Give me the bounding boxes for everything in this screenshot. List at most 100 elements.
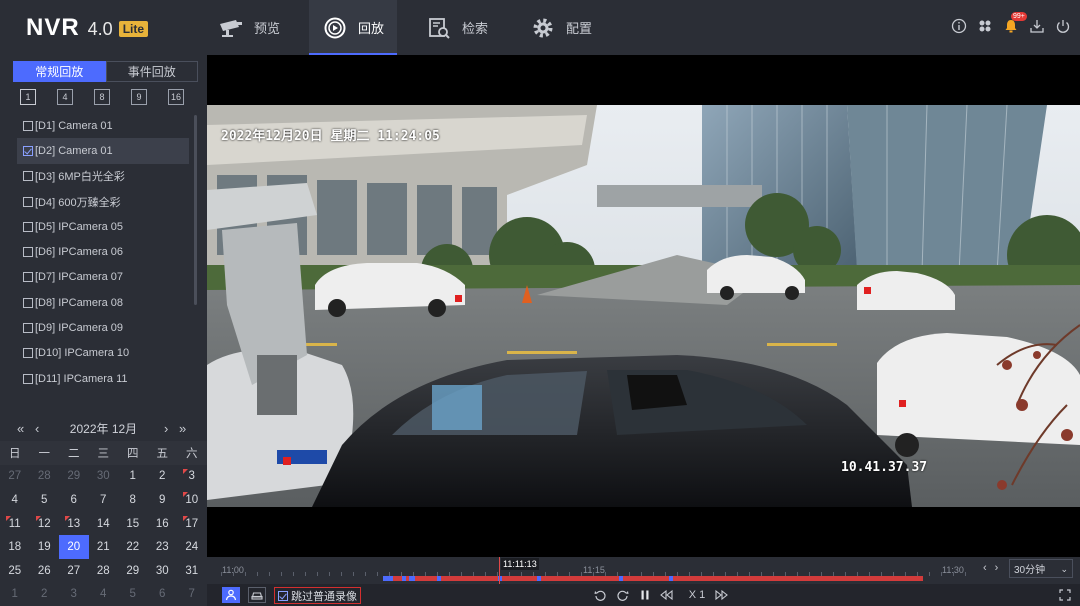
calendar-day[interactable]: 27	[59, 559, 89, 583]
timeline-tick	[245, 572, 246, 576]
calendar-day[interactable]: 5	[118, 583, 148, 606]
timeline-next-icon[interactable]: ›	[995, 562, 999, 574]
calendar-day[interactable]: 29	[118, 559, 148, 583]
calendar-day[interactable]: 31	[177, 559, 207, 583]
calendar-day[interactable]: 7	[89, 488, 119, 512]
forward-30s-button[interactable]	[614, 587, 630, 603]
calendar-day[interactable]: 3	[59, 583, 89, 606]
calendar-day[interactable]: 23	[148, 535, 178, 559]
calendar-day[interactable]: 7	[177, 583, 207, 606]
camera-video-frame[interactable]: 2022年12月20日 星期二 11:24:05 10.41.37.37	[207, 105, 1080, 507]
camera-checkbox[interactable]	[23, 348, 33, 359]
calendar-day[interactable]: 26	[30, 559, 60, 583]
calendar-day[interactable]: 22	[118, 535, 148, 559]
calendar-day[interactable]: 1	[118, 465, 148, 489]
timeline-cursor[interactable]	[499, 557, 500, 584]
camera-list-item[interactable]: [D4] 600万臻全彩	[17, 189, 189, 214]
camera-list-item[interactable]: [D2] Camera 01	[17, 138, 189, 164]
calendar-day[interactable]: 16	[148, 512, 178, 536]
camera-checkbox[interactable]	[23, 120, 33, 131]
calendar-day[interactable]: 20	[59, 535, 89, 559]
calendar-day[interactable]: 15	[118, 512, 148, 536]
calendar-day[interactable]: 5	[30, 488, 60, 512]
calendar-day[interactable]: 2	[148, 465, 178, 489]
camera-list-scrollbar[interactable]	[194, 115, 197, 305]
calendar-day[interactable]: 9	[148, 488, 178, 512]
split-8-button[interactable]: 8	[94, 89, 110, 105]
calendar-day[interactable]: 18	[0, 535, 30, 559]
calendar-day[interactable]: 28	[89, 559, 119, 583]
bell-icon[interactable]: 99+	[1002, 12, 1027, 35]
camera-checkbox[interactable]	[23, 145, 33, 156]
nav-preview[interactable]: 预览	[205, 0, 293, 55]
split-4-button[interactable]: 4	[57, 89, 73, 105]
fullscreen-button[interactable]	[1057, 587, 1073, 603]
tab-event-playback[interactable]: 事件回放	[105, 61, 198, 82]
camera-list-item[interactable]: [D8] IPCamera 08	[17, 290, 189, 315]
nav-search[interactable]: 检索	[413, 0, 501, 55]
calendar-day[interactable]: 27	[0, 465, 30, 489]
camera-list-item[interactable]: [D3] 6MP白光全彩	[17, 164, 189, 189]
calendar-day[interactable]: 3	[177, 465, 207, 489]
apps-icon[interactable]	[976, 17, 994, 35]
power-icon[interactable]	[1054, 17, 1072, 35]
calendar-day[interactable]: 4	[0, 488, 30, 512]
calendar-day[interactable]: 30	[89, 465, 119, 489]
next-year-button[interactable]: »	[179, 421, 186, 436]
calendar-day[interactable]: 11	[0, 512, 30, 536]
camera-list-item[interactable]: [D10] IPCamera 10	[17, 341, 189, 366]
camera-list-item[interactable]: [D6] IPCamera 06	[17, 239, 189, 264]
calendar-day[interactable]: 12	[30, 512, 60, 536]
nav-playback[interactable]: 回放	[309, 0, 398, 55]
camera-list-item[interactable]: [D1] Camera 01	[17, 113, 189, 138]
slow-down-button[interactable]	[658, 587, 674, 603]
pause-button[interactable]	[637, 587, 653, 603]
calendar-day[interactable]: 19	[30, 535, 60, 559]
camera-checkbox[interactable]	[23, 323, 33, 334]
person-filter-button[interactable]	[222, 587, 240, 603]
calendar-day[interactable]: 25	[0, 559, 30, 583]
camera-list-item[interactable]: [D5] IPCamera 05	[17, 214, 189, 239]
camera-checkbox[interactable]	[23, 297, 33, 308]
timeline-zoom-select[interactable]: 30分钟 ⌄	[1009, 559, 1073, 578]
calendar-day[interactable]: 21	[89, 535, 119, 559]
calendar-day[interactable]: 2	[30, 583, 60, 606]
camera-checkbox[interactable]	[23, 247, 33, 258]
camera-list-item[interactable]: [D11] IPCamera 11	[17, 366, 189, 391]
camera-checkbox[interactable]	[23, 373, 33, 384]
split-1-button[interactable]: 1	[20, 89, 36, 105]
calendar-day[interactable]: 17	[177, 512, 207, 536]
rewind-30s-button[interactable]	[592, 587, 608, 603]
calendar-day[interactable]: 1	[0, 583, 30, 606]
nav-config[interactable]: 配置	[517, 0, 605, 55]
calendar-day[interactable]: 4	[89, 583, 119, 606]
split-9-button[interactable]: 9	[131, 89, 147, 105]
timeline-prev-icon[interactable]: ‹	[983, 562, 987, 574]
split-16-button[interactable]: 16	[168, 89, 184, 105]
download-icon[interactable]	[1028, 17, 1046, 35]
camera-checkbox[interactable]	[23, 221, 33, 232]
calendar-day[interactable]: 28	[30, 465, 60, 489]
calendar-day[interactable]: 14	[89, 512, 119, 536]
speed-up-button[interactable]	[713, 587, 729, 603]
next-month-button[interactable]: ›	[164, 421, 168, 436]
camera-checkbox[interactable]	[23, 171, 33, 182]
calendar-day[interactable]: 6	[148, 583, 178, 606]
calendar-day[interactable]: 24	[177, 535, 207, 559]
skip-normal-recording-checkbox[interactable]: 跳过普通录像	[274, 587, 361, 604]
calendar-day[interactable]: 6	[59, 488, 89, 512]
info-icon[interactable]	[950, 17, 968, 35]
calendar-day[interactable]: 13	[59, 512, 89, 536]
timeline-track[interactable]: 11:00 11:15 11:30 11:11:13	[207, 557, 967, 584]
camera-checkbox[interactable]	[23, 272, 33, 283]
calendar-day[interactable]: 30	[148, 559, 178, 583]
calendar-day[interactable]: 8	[118, 488, 148, 512]
camera-checkbox[interactable]	[23, 196, 33, 207]
calendar-day[interactable]: 29	[59, 465, 89, 489]
camera-list-item[interactable]: [D9] IPCamera 09	[17, 315, 189, 340]
tab-normal-playback[interactable]: 常规回放	[13, 61, 106, 82]
calendar-day[interactable]: 10	[177, 488, 207, 512]
checkbox-checked-icon	[278, 590, 288, 601]
camera-list-item[interactable]: [D7] IPCamera 07	[17, 265, 189, 290]
vehicle-filter-button[interactable]	[248, 587, 266, 603]
